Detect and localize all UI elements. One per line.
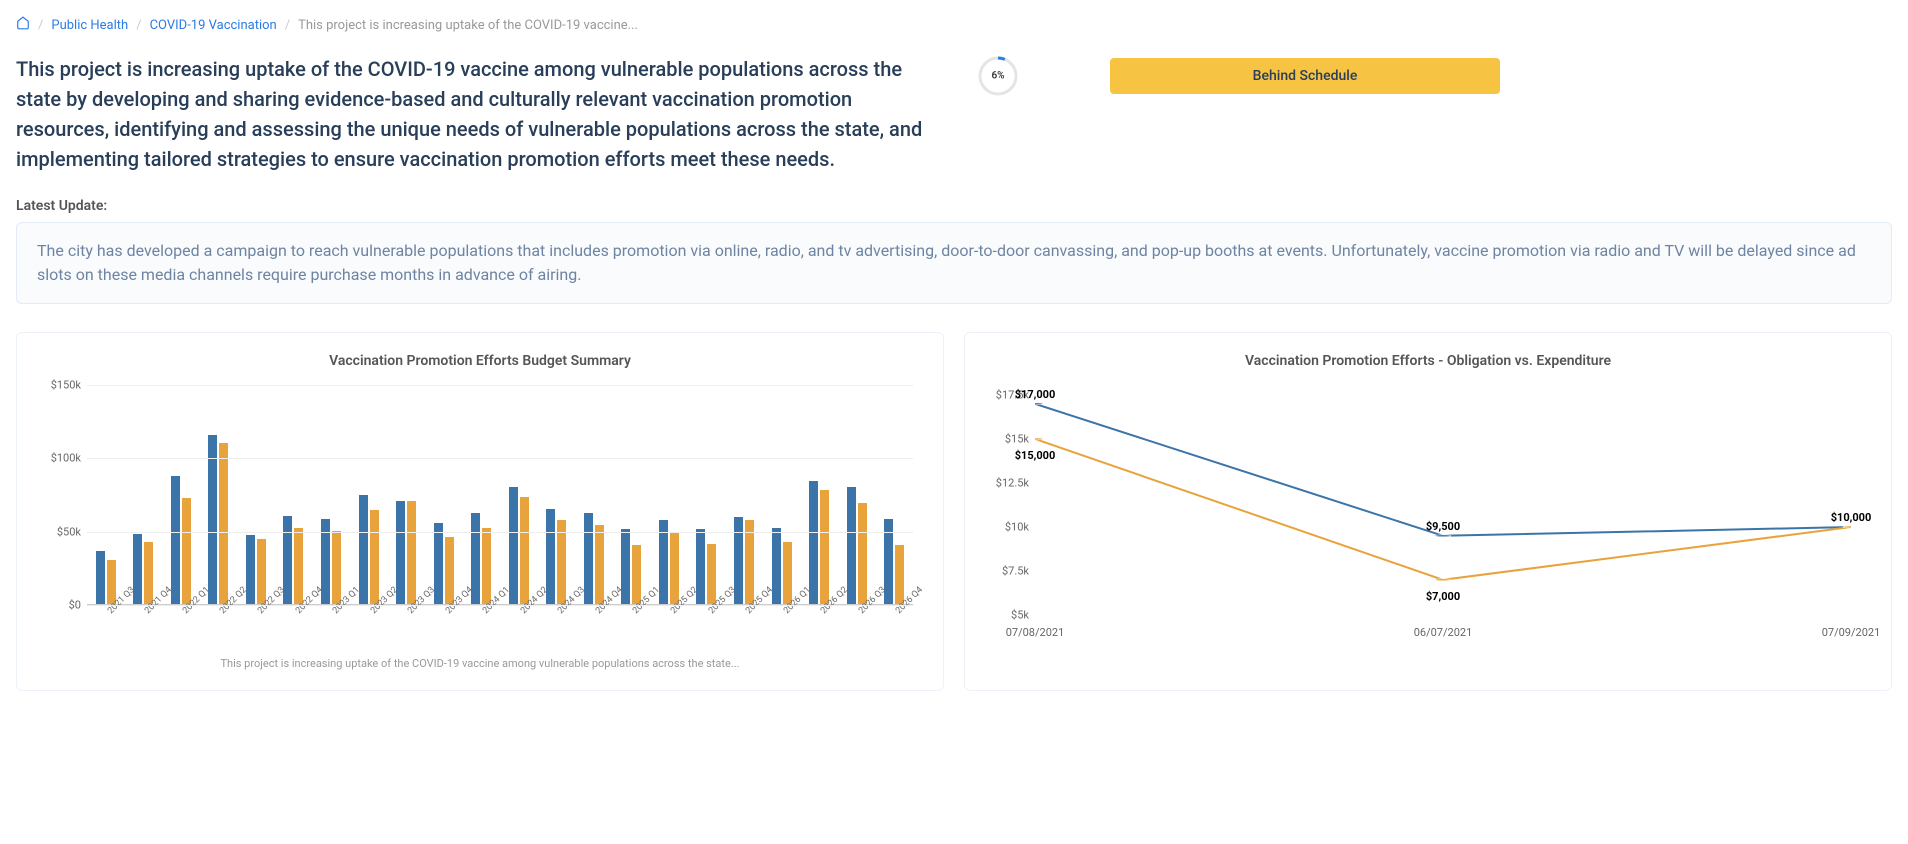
home-icon (16, 16, 30, 30)
bar (96, 551, 105, 604)
bar (809, 481, 818, 604)
bar (482, 528, 491, 604)
bar-group (200, 435, 238, 604)
data-point-label: $7,000 (1426, 590, 1460, 603)
y-tick: $150k (51, 379, 81, 392)
x-tick: 07/09/2021 (1822, 626, 1881, 639)
bar (632, 545, 641, 604)
data-point-label: $9,500 (1426, 520, 1460, 533)
bar (595, 525, 604, 604)
bar (895, 545, 904, 604)
bar (783, 542, 792, 604)
breadcrumb-current: This project is increasing uptake of the… (298, 18, 638, 33)
y-tick: $50k (57, 525, 81, 538)
bar (858, 503, 867, 604)
obligation-chart-title: Vaccination Promotion Efforts - Obligati… (985, 353, 1871, 369)
bar (707, 544, 716, 604)
x-tick: 06/07/2021 (1414, 626, 1473, 639)
y-gridline (87, 605, 913, 606)
budget-chart-title: Vaccination Promotion Efforts Budget Sum… (37, 353, 923, 369)
bar (445, 537, 454, 604)
breadcrumb-level2[interactable]: COVID-19 Vaccination (150, 18, 277, 33)
breadcrumb-sep: / (136, 18, 141, 33)
page-title: This project is increasing uptake of the… (16, 54, 936, 174)
header-row: This project is increasing uptake of the… (16, 54, 1892, 174)
status-badge: Behind Schedule (1110, 58, 1500, 94)
bar (557, 520, 566, 604)
bar (396, 501, 405, 604)
y-gridline (87, 385, 913, 386)
y-tick: $15k (1005, 433, 1029, 446)
bar (208, 435, 217, 604)
bar (332, 531, 341, 604)
y-gridline (87, 532, 913, 533)
bar (219, 443, 228, 604)
y-tick: $5k (1011, 609, 1029, 622)
bar (407, 501, 416, 604)
update-box: The city has developed a campaign to rea… (16, 222, 1892, 304)
status-block: 6% Behind Schedule (976, 54, 1500, 98)
bar (182, 498, 191, 604)
bar (847, 487, 856, 604)
bar (370, 510, 379, 604)
y-tick: $100k (51, 452, 81, 465)
bar (107, 560, 116, 604)
bar (820, 490, 829, 604)
data-point-label: $17,000 (1015, 388, 1056, 401)
y-tick: $0 (69, 599, 81, 612)
bar (745, 520, 754, 604)
update-label: Latest Update: (16, 198, 1892, 214)
y-gridline (87, 458, 913, 459)
breadcrumb-sep: / (38, 18, 43, 33)
obligation-chart-card: Vaccination Promotion Efforts - Obligati… (964, 332, 1892, 691)
budget-chart-card: Vaccination Promotion Efforts Budget Sum… (16, 332, 944, 691)
bar (294, 528, 303, 604)
breadcrumb-home[interactable] (16, 16, 30, 34)
bar (359, 495, 368, 604)
y-tick: $10k (1005, 521, 1029, 534)
bar (257, 539, 266, 604)
obligation-line-chart: $5k$7.5k$10k$12.5k$15k$17.5k $17,000$9,5… (985, 385, 1871, 645)
breadcrumb-level1[interactable]: Public Health (51, 18, 128, 33)
charts-row: Vaccination Promotion Efforts Budget Sum… (16, 332, 1892, 691)
budget-chart-footer: This project is increasing uptake of the… (37, 657, 923, 670)
progress-percent: 6% (991, 71, 1004, 82)
progress-ring: 6% (976, 54, 1020, 98)
bar (509, 487, 518, 604)
data-point-label: $15,000 (1015, 449, 1056, 462)
x-tick: 07/08/2021 (1006, 626, 1065, 639)
breadcrumb: / Public Health / COVID-19 Vaccination /… (16, 16, 1892, 34)
data-point-label: $10,000 (1831, 511, 1872, 524)
bar-group (162, 476, 200, 604)
bar (520, 497, 529, 604)
y-tick: $7.5k (1002, 565, 1029, 578)
budget-bar-chart: $0$50k$100k$150k 2021 Q32021 Q42022 Q120… (37, 385, 923, 645)
bar (670, 532, 679, 604)
title-block: This project is increasing uptake of the… (16, 54, 936, 174)
bar (144, 542, 153, 604)
y-tick: $12.5k (996, 477, 1029, 490)
breadcrumb-sep: / (285, 18, 290, 33)
bar (171, 476, 180, 604)
